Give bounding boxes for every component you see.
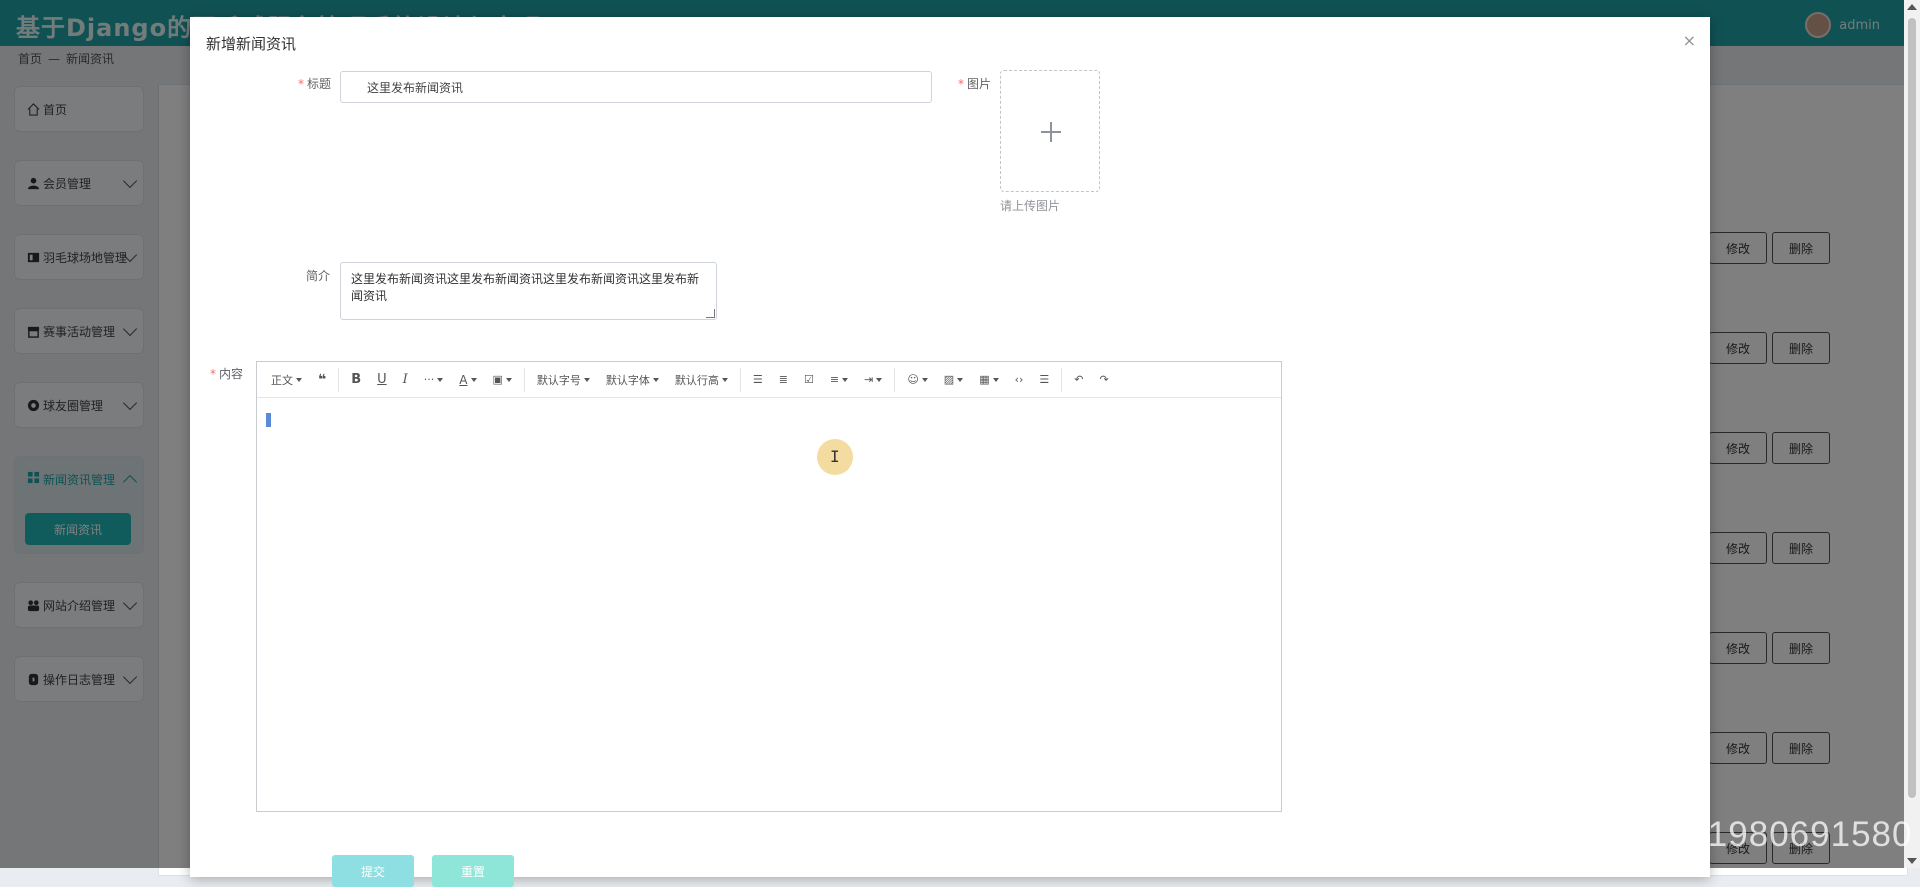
image-upload[interactable] [1000, 70, 1100, 192]
numbered-list-icon[interactable]: ≣ [771, 366, 796, 394]
content-label: * 内容 [210, 367, 244, 381]
resize-handle[interactable] [706, 309, 715, 318]
italic-icon[interactable]: I [395, 366, 416, 394]
dialog-title: 新增新闻资讯 [206, 35, 297, 53]
undo-icon[interactable]: ↶ [1066, 366, 1091, 394]
toolbar-divider [894, 367, 896, 392]
indent-icon[interactable]: ⇥ [856, 366, 890, 394]
paragraph-select[interactable]: 正文 [263, 366, 310, 394]
code-icon[interactable]: ‹› [1007, 366, 1032, 394]
watermark: CSDN @QQ__1980691580 [1460, 815, 1913, 854]
reset-button[interactable]: 重置 [432, 855, 514, 887]
toolbar-divider [739, 367, 741, 392]
editor-toolbar: 正文 ❝ B U I ··· A ▣ 默认字号 默认字体 默认行高 ☰ ≣ ☑ … [257, 362, 1281, 398]
bulleted-list-icon[interactable]: ☰ [745, 366, 771, 394]
emoji-icon[interactable]: ☺ [899, 366, 935, 394]
underline-icon[interactable]: U [369, 366, 395, 394]
editor-content-area[interactable]: I [257, 399, 1281, 811]
table-icon[interactable]: ▦ [971, 366, 1006, 394]
intro-label: 简介 [306, 269, 331, 283]
toolbar-divider [338, 367, 340, 392]
more-styles-icon[interactable]: ··· [416, 366, 452, 394]
add-news-dialog: 新增新闻资讯 × *标题 *图片 请上传图片 简介 这里发布新闻资讯这里发布新闻… [190, 17, 1710, 887]
close-icon[interactable]: × [1683, 31, 1696, 50]
font-size-select[interactable]: 默认字号 [529, 366, 598, 394]
submit-button[interactable]: 提交 [332, 855, 414, 887]
plus-icon [1050, 122, 1052, 142]
font-family-select[interactable]: 默认字体 [598, 366, 667, 394]
text-cursor [266, 413, 271, 427]
image-label: * 图片 [958, 77, 992, 91]
todo-icon[interactable]: ☑ [796, 366, 822, 394]
redo-icon[interactable]: ↷ [1092, 366, 1117, 394]
intro-textarea[interactable]: 这里发布新闻资讯这里发布新闻资讯这里发布新闻资讯这里发布新闻资讯 [340, 262, 717, 320]
divider-icon[interactable]: ☰ [1031, 366, 1057, 394]
image-icon[interactable]: ▨ [936, 366, 971, 394]
bold-icon[interactable]: B [343, 366, 369, 394]
font-color-icon[interactable]: A [451, 366, 484, 394]
toolbar-divider [1061, 367, 1063, 392]
background-color-icon[interactable]: ▣ [485, 366, 520, 394]
page-scrollbar[interactable] [1904, 0, 1920, 868]
title-input[interactable] [340, 71, 932, 103]
rich-text-editor[interactable]: 正文 ❝ B U I ··· A ▣ 默认字号 默认字体 默认行高 ☰ ≣ ☑ … [256, 361, 1282, 812]
ibeam-cursor-icon: I [830, 447, 840, 466]
title-label: * 标题 [298, 77, 332, 91]
quote-icon[interactable]: ❝ [310, 366, 334, 394]
toolbar-divider [523, 367, 525, 392]
line-height-select[interactable]: 默认行高 [667, 366, 736, 394]
scroll-up-icon[interactable] [1907, 4, 1917, 10]
align-icon[interactable]: ≡ [822, 366, 856, 394]
scroll-down-icon[interactable] [1907, 858, 1917, 864]
scroll-thumb[interactable] [1908, 18, 1916, 798]
upload-tip: 请上传图片 [1000, 199, 1061, 213]
